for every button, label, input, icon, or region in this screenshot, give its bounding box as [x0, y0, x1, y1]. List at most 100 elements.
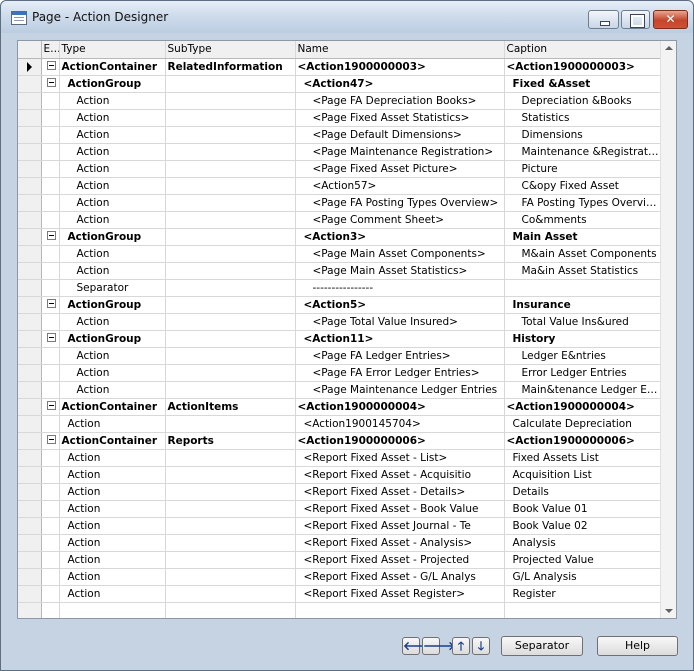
- row-selector[interactable]: [18, 194, 42, 212]
- collapse-icon[interactable]: [46, 299, 56, 308]
- row-selector[interactable]: [18, 330, 42, 348]
- table-row[interactable]: Action <Report Fixed Asset - Projected Pro…: [18, 551, 662, 569]
- row-selector[interactable]: [18, 483, 42, 501]
- name-cell[interactable]: <Report Fixed Asset Journal - Te: [295, 517, 505, 535]
- subtype-cell[interactable]: [165, 211, 296, 229]
- caption-cell[interactable]: [504, 279, 662, 297]
- close-button[interactable]: ✕: [653, 10, 688, 29]
- caption-cell[interactable]: [504, 602, 662, 618]
- caption-cell[interactable]: <Action1900000004>: [504, 398, 662, 416]
- expander-cell[interactable]: [41, 415, 60, 433]
- row-selector[interactable]: [18, 143, 42, 161]
- caption-cell[interactable]: Calculate Depreciation: [504, 415, 662, 433]
- expander-cell[interactable]: [41, 92, 60, 110]
- subtype-cell[interactable]: [165, 126, 296, 144]
- caption-cell[interactable]: Projected Value: [504, 551, 662, 569]
- name-cell[interactable]: <Page Default Dimensions>: [295, 126, 505, 144]
- caption-cell[interactable]: Main Asset: [504, 228, 662, 246]
- separator-button[interactable]: Separator: [501, 636, 583, 656]
- type-cell[interactable]: Separator: [59, 279, 166, 297]
- row-selector[interactable]: [18, 551, 42, 569]
- subtype-cell[interactable]: [165, 92, 296, 110]
- type-cell[interactable]: Action: [59, 313, 166, 331]
- row-selector-header[interactable]: [18, 41, 42, 59]
- expander-cell[interactable]: [41, 143, 60, 161]
- collapse-icon[interactable]: [46, 401, 56, 410]
- collapse-icon[interactable]: [46, 78, 56, 87]
- caption-cell[interactable]: Book Value 02: [504, 517, 662, 535]
- collapse-icon[interactable]: [46, 435, 56, 444]
- caption-cell[interactable]: M&ain Asset Components: [504, 245, 662, 263]
- name-cell[interactable]: <Report Fixed Asset - List>: [295, 449, 505, 467]
- minimize-button[interactable]: [588, 10, 619, 29]
- column-header-name[interactable]: Name: [295, 41, 505, 59]
- row-selector[interactable]: [18, 211, 42, 229]
- table-row[interactable]: Action <Report Fixed Asset - Analysis> Ana…: [18, 534, 662, 552]
- name-cell[interactable]: <Page Total Value Insured>: [295, 313, 505, 331]
- name-cell[interactable]: <Page Fixed Asset Statistics>: [295, 109, 505, 127]
- caption-cell[interactable]: Acquisition List: [504, 466, 662, 484]
- table-row[interactable]: Action <Report Fixed Asset - Details> Deta…: [18, 483, 662, 501]
- name-cell[interactable]: <Page Main Asset Components>: [295, 245, 505, 263]
- table-row[interactable]: ActionContainer Reports <Action1900000006>…: [18, 432, 662, 450]
- name-cell[interactable]: [295, 602, 505, 618]
- name-cell[interactable]: <Report Fixed Asset - Acquisitio: [295, 466, 505, 484]
- row-selector[interactable]: [18, 177, 42, 195]
- name-cell[interactable]: <Report Fixed Asset Register>: [295, 585, 505, 603]
- collapse-icon[interactable]: [46, 333, 56, 342]
- expander-cell[interactable]: [41, 160, 60, 178]
- type-cell[interactable]: Action: [59, 160, 166, 178]
- name-cell[interactable]: <Action1900000006>: [295, 432, 505, 450]
- expander-cell[interactable]: [41, 313, 60, 331]
- move-up-button[interactable]: 🡑: [452, 637, 470, 655]
- row-selector[interactable]: [18, 160, 42, 178]
- expander-cell[interactable]: [41, 126, 60, 144]
- caption-cell[interactable]: Co&mments: [504, 211, 662, 229]
- name-cell[interactable]: <Action1900145704>: [295, 415, 505, 433]
- row-selector[interactable]: [18, 126, 42, 144]
- collapse-icon[interactable]: [46, 61, 56, 70]
- subtype-cell[interactable]: [165, 364, 296, 382]
- subtype-cell[interactable]: [165, 160, 296, 178]
- expander-cell[interactable]: [41, 58, 60, 76]
- subtype-cell[interactable]: [165, 109, 296, 127]
- name-cell[interactable]: <Action11>: [295, 330, 505, 348]
- name-cell[interactable]: <Page FA Depreciation Books>: [295, 92, 505, 110]
- caption-cell[interactable]: Ma&in Asset Statistics: [504, 262, 662, 280]
- caption-cell[interactable]: Depreciation &Books: [504, 92, 662, 110]
- table-row[interactable]: ActionContainer ActionItems <Action1900000…: [18, 398, 662, 416]
- expander-cell[interactable]: [41, 279, 60, 297]
- table-row[interactable]: Separator ----------------: [18, 279, 662, 297]
- expander-cell[interactable]: [41, 262, 60, 280]
- subtype-cell[interactable]: [165, 347, 296, 365]
- type-cell[interactable]: Action: [59, 500, 166, 518]
- expander-cell[interactable]: [41, 585, 60, 603]
- table-row[interactable]: Action <Page Maintenance Registration> Mai…: [18, 143, 662, 161]
- caption-cell[interactable]: G/L Analysis: [504, 568, 662, 586]
- expander-cell[interactable]: [41, 347, 60, 365]
- subtype-cell[interactable]: [165, 330, 296, 348]
- subtype-cell[interactable]: [165, 262, 296, 280]
- caption-cell[interactable]: Statistics: [504, 109, 662, 127]
- help-button[interactable]: Help: [597, 636, 678, 656]
- name-cell[interactable]: <Page Fixed Asset Picture>: [295, 160, 505, 178]
- row-selector[interactable]: [18, 585, 42, 603]
- table-row[interactable]: Action <Page Total Value Insured> Total Va…: [18, 313, 662, 331]
- subtype-cell[interactable]: [165, 568, 296, 586]
- name-cell[interactable]: <Page FA Error Ledger Entries>: [295, 364, 505, 382]
- type-cell[interactable]: Action: [59, 262, 166, 280]
- type-cell[interactable]: Action: [59, 449, 166, 467]
- table-row[interactable]: Action <Page Fixed Asset Picture> Picture: [18, 160, 662, 178]
- name-cell[interactable]: <Page FA Posting Types Overview>: [295, 194, 505, 212]
- subtype-cell[interactable]: [165, 534, 296, 552]
- type-cell[interactable]: Action: [59, 109, 166, 127]
- row-selector[interactable]: [18, 432, 42, 450]
- table-row[interactable]: ActionGroup <Action3> Main Asset: [18, 228, 662, 246]
- name-cell[interactable]: <Report Fixed Asset - Details>: [295, 483, 505, 501]
- subtype-cell[interactable]: [165, 415, 296, 433]
- name-cell[interactable]: <Report Fixed Asset - Book Value: [295, 500, 505, 518]
- caption-cell[interactable]: Insurance: [504, 296, 662, 314]
- name-cell[interactable]: <Page Main Asset Statistics>: [295, 262, 505, 280]
- type-cell[interactable]: Action: [59, 517, 166, 535]
- expander-cell[interactable]: [41, 109, 60, 127]
